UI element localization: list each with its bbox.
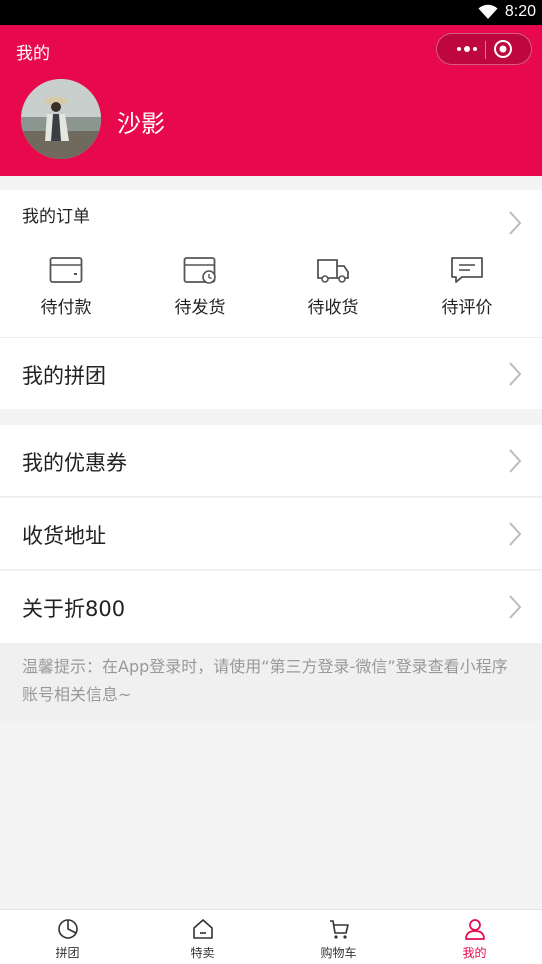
tab-label: 拼团: [55, 946, 80, 960]
tab-label: 购物车: [320, 946, 357, 960]
order-pending-payment[interactable]: 待付款: [16, 255, 116, 325]
order-pending-receipt[interactable]: 待收货: [283, 255, 383, 325]
menu-group-buy[interactable]: 我的拼团: [0, 337, 542, 409]
user-icon: [464, 919, 485, 940]
home-icon: [192, 919, 213, 939]
close-mini-program-icon[interactable]: [485, 34, 521, 64]
tab-label: 特卖: [190, 946, 215, 960]
menu-about[interactable]: 关于折800: [0, 571, 542, 643]
menu-address[interactable]: 收货地址: [0, 498, 542, 570]
tab-label: 我的: [462, 946, 487, 960]
status-bar: 8:20: [0, 0, 542, 25]
avatar-photo: [21, 79, 101, 159]
profile-header: 我的 沙影: [0, 25, 542, 176]
chevron-right-icon: [509, 449, 522, 473]
login-tip: 温馨提示：在App登录时，请使用“第三方登录-微信”登录查看小程序账号相关信息~: [22, 657, 508, 704]
orders-section: 我的订单 待付款 待发货 待收货 待评价: [0, 190, 542, 337]
status-time: 8:20: [504, 3, 536, 20]
menu-label: 关于折800: [22, 597, 126, 621]
menu-label: 我的优惠券: [22, 451, 127, 475]
tab-group-buy[interactable]: 拼团: [0, 910, 135, 964]
order-item-label: 待发货: [174, 298, 226, 318]
order-item-label: 待付款: [40, 298, 92, 318]
more-icon[interactable]: [449, 34, 485, 64]
order-pending-shipment[interactable]: 待发货: [150, 255, 250, 325]
tab-flash-sale[interactable]: 特卖: [135, 910, 270, 964]
truck-icon: [317, 259, 349, 283]
tab-bar: 拼团 特卖 购物车 我的: [0, 909, 542, 964]
menu-label: 我的拼团: [22, 364, 106, 388]
orders-title[interactable]: 我的订单: [22, 202, 90, 227]
comment-icon: [451, 257, 483, 283]
avatar[interactable]: [21, 79, 101, 159]
box-clock-icon: [183, 257, 216, 284]
chevron-right-icon: [509, 595, 522, 619]
wallet-icon: [49, 257, 83, 283]
order-item-label: 待收货: [307, 298, 359, 318]
tab-mine[interactable]: 我的: [407, 910, 542, 964]
order-item-label: 待评价: [441, 298, 493, 318]
chevron-right-icon[interactable]: [508, 210, 522, 236]
pie-chart-icon: [57, 919, 78, 939]
chevron-right-icon: [509, 362, 522, 386]
order-pending-review[interactable]: 待评价: [417, 255, 517, 325]
page-title: 我的: [16, 44, 50, 64]
cart-icon: [329, 920, 349, 939]
tab-cart[interactable]: 购物车: [271, 910, 406, 964]
wifi-icon: [478, 4, 498, 19]
chevron-right-icon: [509, 522, 522, 546]
mini-program-capsule: [436, 33, 532, 65]
username: 沙影: [117, 110, 165, 138]
menu-label: 收货地址: [22, 524, 106, 548]
menu-coupons[interactable]: 我的优惠券: [0, 425, 542, 497]
